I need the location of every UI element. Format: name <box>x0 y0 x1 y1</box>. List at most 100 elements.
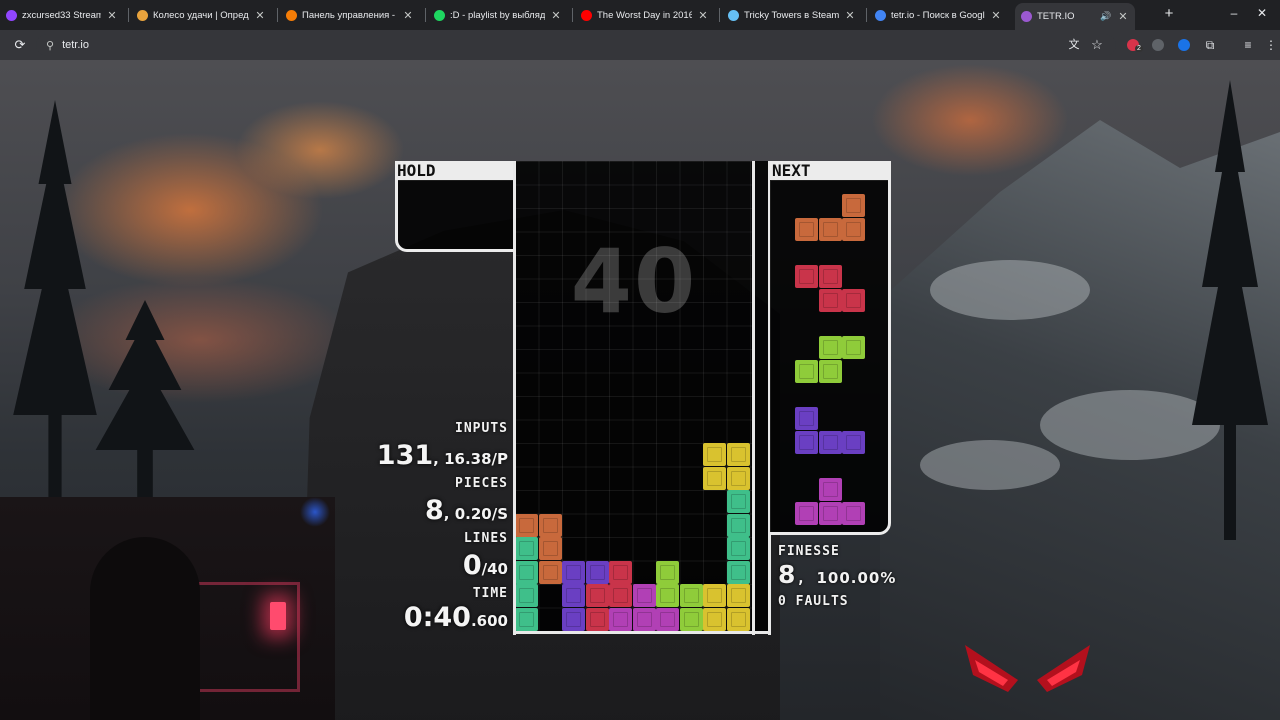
tab-close-icon[interactable]: ✕ <box>254 9 266 22</box>
tab-audio-icon[interactable]: 🔊 <box>1100 11 1112 22</box>
translate-icon[interactable]: 文 <box>1066 37 1082 53</box>
tab-favicon-icon <box>581 9 592 21</box>
pieces-label: PIECES <box>455 476 508 491</box>
time-ms: .600 <box>470 612 508 630</box>
tab-favicon-icon <box>286 9 297 21</box>
next-piece-block <box>818 336 842 359</box>
tab-title: The Worst Day in 2016: A <box>597 9 692 21</box>
time-value: 0:40 <box>403 602 471 633</box>
next-piece-block <box>795 359 818 383</box>
board-block <box>656 607 679 631</box>
background-tree <box>13 100 97 520</box>
tab-close-icon[interactable]: ✕ <box>697 9 709 22</box>
inputs-label: INPUTS <box>455 421 508 436</box>
browser-tab[interactable]: TETR.IO 🔊 ✕ <box>1015 3 1135 30</box>
next-piece-block <box>842 501 865 525</box>
streamer-logo-eye-left <box>965 645 1018 692</box>
time-label: TIME <box>472 586 508 601</box>
board-block <box>515 513 538 537</box>
board-block <box>515 560 538 584</box>
next-piece-block <box>818 430 842 454</box>
pieces-stat: 8, 0.20/S <box>424 495 508 526</box>
browser-tab[interactable]: Панель управления - Do ✕ <box>280 4 420 26</box>
extensions-puzzle-icon[interactable]: ⧉ <box>1202 37 1218 53</box>
tab-close-icon[interactable]: ✕ <box>990 9 1002 22</box>
tab-strip: zxcursed33 Stream - Watch✕ Колесо удачи |… <box>0 0 1280 30</box>
extension-badge: 2 <box>1135 45 1143 52</box>
board-border <box>752 161 755 635</box>
pieces-value: 8 <box>424 495 444 526</box>
next-piece-block <box>818 359 842 383</box>
close-window-icon[interactable]: ✕ <box>1254 6 1270 20</box>
board-border <box>513 631 771 634</box>
inputs-rate: 16.38/P <box>444 450 508 468</box>
next-piece-block <box>842 217 865 241</box>
tab-separator <box>128 8 129 22</box>
media-controls-icon[interactable]: ≡ <box>1240 37 1256 53</box>
board-block <box>632 584 656 607</box>
tab-title: Tricky Towers в Steam <box>744 9 839 21</box>
board-block <box>515 607 538 631</box>
browser-tab[interactable]: :D - playlist by выблядок ✕ <box>428 4 568 26</box>
webcam-lamp <box>270 602 286 630</box>
next-piece-block <box>795 217 818 241</box>
minimize-icon[interactable]: – <box>1226 6 1242 20</box>
tab-close-icon[interactable]: ✕ <box>402 9 414 22</box>
board-block <box>703 466 726 490</box>
tab-favicon-icon <box>875 9 886 21</box>
tab-close-icon[interactable]: ✕ <box>106 9 118 22</box>
board-block <box>609 607 632 631</box>
board-block <box>726 443 750 466</box>
menu-dots-icon[interactable]: ⋮ <box>1263 37 1279 53</box>
next-piece-block <box>818 478 842 501</box>
tab-close-icon[interactable]: ✕ <box>550 9 562 22</box>
bookmark-star-icon[interactable]: ☆ <box>1089 37 1105 53</box>
new-tab-button[interactable]: + <box>1161 5 1177 22</box>
board-block <box>585 584 609 607</box>
browser-tab[interactable]: zxcursed33 Stream - Watch ✕ <box>0 4 124 26</box>
board-block <box>726 560 750 584</box>
tab-favicon-icon <box>728 9 739 21</box>
extension-icon[interactable] <box>1178 39 1190 51</box>
extension-icon[interactable] <box>1152 39 1164 51</box>
tab-separator <box>277 8 278 22</box>
board-block <box>656 560 679 584</box>
board-block <box>585 560 609 584</box>
next-piece-block <box>818 217 842 241</box>
board-block <box>632 607 656 631</box>
reload-icon[interactable]: ⟳ <box>12 37 28 53</box>
hold-box <box>395 180 515 252</box>
site-settings-icon[interactable]: ⚲ <box>46 39 54 52</box>
finesse-stat: 8, 100.00% <box>778 560 897 589</box>
browser-tab[interactable]: Колесо удачи | Определ ✕ <box>131 4 272 26</box>
board-block <box>538 513 562 537</box>
lines-stat: 0/40 <box>463 550 508 581</box>
browser-tab[interactable]: The Worst Day in 2016: A ✕ <box>575 4 715 26</box>
tab-favicon-icon <box>6 9 17 21</box>
browser-tab[interactable]: Tricky Towers в Steam ✕ <box>722 4 862 26</box>
next-piece-block <box>818 265 842 288</box>
browser-tab[interactable]: tetr.io - Поиск в Google ✕ <box>869 4 1008 26</box>
next-piece-block <box>842 194 865 217</box>
tab-separator <box>866 8 867 22</box>
tab-favicon-icon <box>1021 11 1032 22</box>
lines-label: LINES <box>463 531 508 546</box>
tab-title: Колесо удачи | Определ <box>153 9 249 21</box>
tab-separator <box>425 8 426 22</box>
board-block <box>679 584 703 607</box>
tab-close-icon[interactable]: ✕ <box>1117 10 1129 23</box>
tab-title: TETR.IO <box>1037 11 1075 22</box>
webcam-light <box>300 497 330 527</box>
next-piece-block <box>795 265 818 288</box>
finesse-value: 8 <box>778 560 797 589</box>
board-block <box>656 584 679 607</box>
tab-close-icon[interactable]: ✕ <box>844 9 856 22</box>
webcam-person <box>90 537 200 720</box>
inputs-stat: 131, 16.38/P <box>376 440 508 471</box>
address-bar[interactable]: ⚲ tetr.io <box>36 34 1116 56</box>
board-block <box>726 537 750 560</box>
tab-title: tetr.io - Поиск в Google <box>891 9 985 21</box>
tab-separator <box>572 8 573 22</box>
board-block <box>562 560 585 584</box>
board-block <box>562 607 585 631</box>
